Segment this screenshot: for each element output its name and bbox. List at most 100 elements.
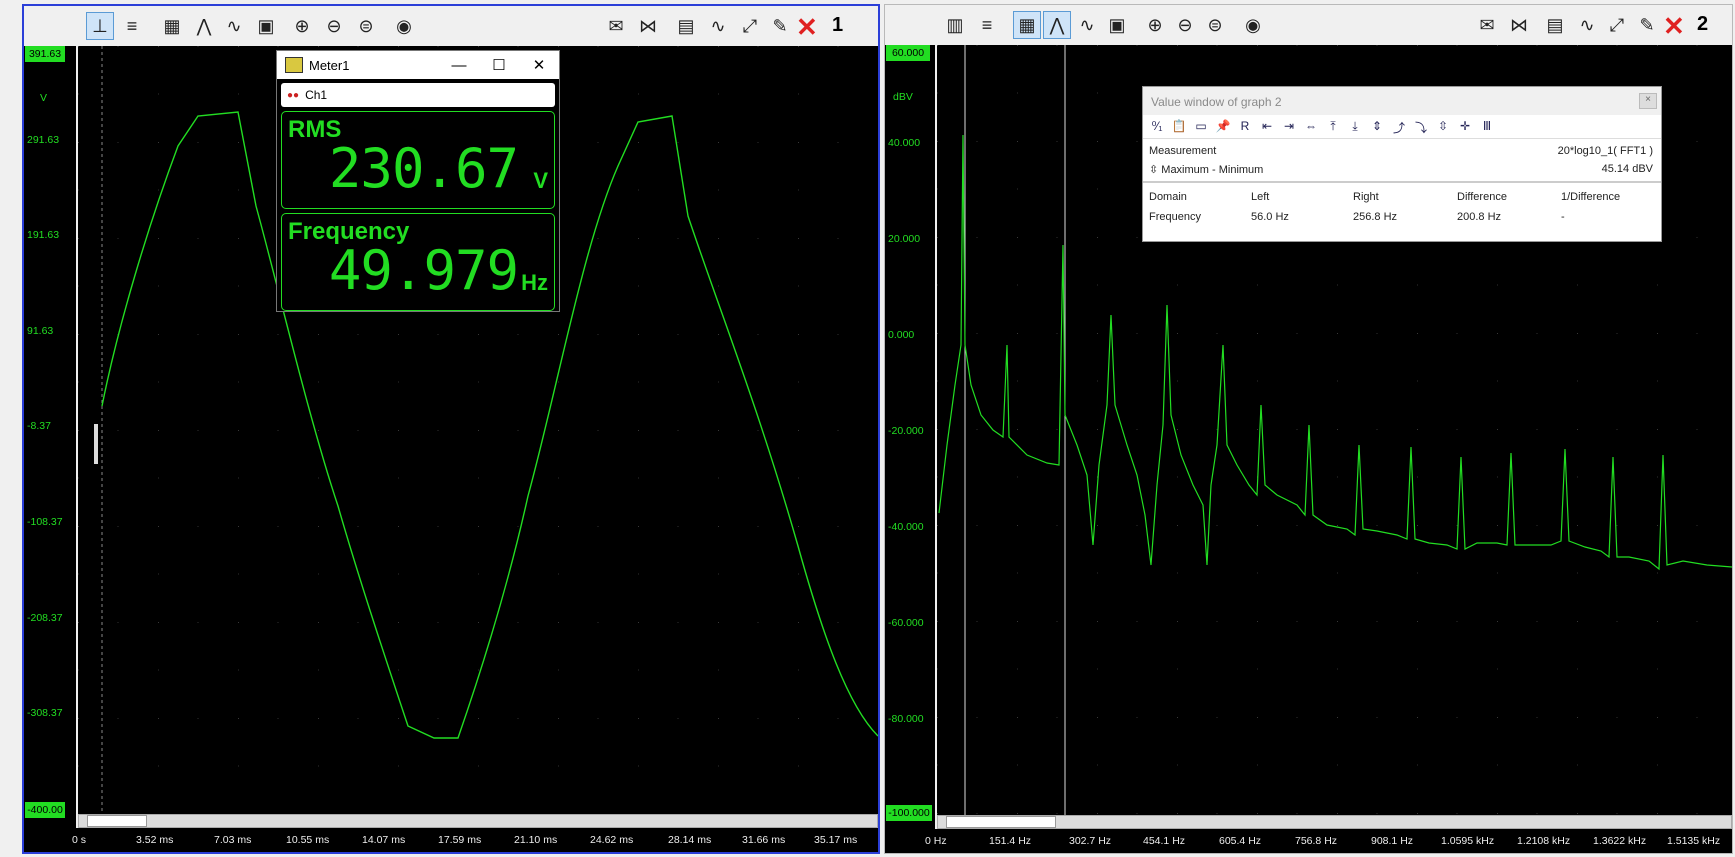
frequency-scrollbar[interactable]	[937, 815, 1732, 829]
cursor-left-icon[interactable]: ⇤	[1259, 119, 1275, 135]
peak-icon[interactable]: ⋀	[190, 12, 218, 40]
x-tick-label: 24.62 ms	[590, 834, 634, 846]
y-tick-label: 40.000	[888, 137, 921, 149]
cursor-down-icon[interactable]: ⤓	[1347, 119, 1363, 135]
y-tick-label: 91.63	[27, 325, 54, 337]
channel-list-icon[interactable]: ≡	[973, 11, 1001, 39]
value-window-title: Value window of graph 2	[1151, 95, 1282, 109]
graph2-toolbar: ▥ ≡ ▦ ⋀ ∿ ▣ ⊕ ⊖ ⊜ ◉ ✉ ⋈ ▤ ∿ ⤢ ✎ ✕ 2	[885, 5, 1732, 45]
y-axis-scale[interactable]: 60.000 dBV 40.000 20.000 0.000 -20.000 -…	[885, 45, 935, 829]
reference-icon[interactable]: R	[1237, 119, 1253, 135]
max-min-icon[interactable]: ⇳	[1435, 119, 1451, 135]
rise-icon[interactable]: ⤴	[1391, 119, 1407, 135]
fall-icon[interactable]: ⤵	[1413, 119, 1429, 135]
y-tick-label: -80.000	[888, 713, 924, 725]
cursor-up-icon[interactable]: ⤒	[1325, 119, 1341, 135]
close-graph-icon[interactable]: ✕	[1663, 11, 1685, 42]
y-axis-max[interactable]: 60.000	[886, 45, 930, 61]
table-icon[interactable]: ▦	[158, 12, 186, 40]
scope-icon[interactable]: ∿	[1573, 11, 1601, 39]
y-tick-label: -40.000	[888, 521, 924, 533]
pin-icon[interactable]: 📌	[1215, 119, 1231, 135]
zoom-fit-icon[interactable]: ⊜	[352, 12, 380, 40]
x-tick-label: 3.52 ms	[136, 834, 174, 846]
time-scrollbar[interactable]	[78, 814, 878, 828]
thd-icon[interactable]: Ⅲ	[1479, 119, 1495, 135]
comment-icon[interactable]: ✉	[1473, 11, 1501, 39]
meter-title-bar[interactable]: Meter1 — ☐ ✕	[277, 51, 559, 79]
col-header: Domain	[1149, 191, 1187, 203]
scroll-thumb[interactable]	[87, 815, 147, 827]
x-tick-label: 1.2108 kHz	[1517, 835, 1571, 847]
clipboard-icon[interactable]: 📋	[1171, 119, 1187, 135]
value-window[interactable]: Value window of graph 2 × ⁰⁄₁ 📋 ▭ 📌 R ⇤ …	[1142, 86, 1662, 242]
x-tick-label: 1.3622 kHz	[1593, 835, 1647, 847]
scope-icon[interactable]: ∿	[704, 12, 732, 40]
channels-icon[interactable]: ▤	[672, 12, 700, 40]
minimize-icon[interactable]: —	[439, 57, 479, 74]
zoom-out-icon[interactable]: ⊖	[1171, 11, 1199, 39]
zoom-in-icon[interactable]: ⊕	[1141, 11, 1169, 39]
frequency-value: 49.979	[328, 239, 519, 302]
table-icon[interactable]: ▦	[1013, 11, 1041, 39]
frame-icon[interactable]: ▣	[252, 12, 280, 40]
eraser-icon[interactable]: ✎	[766, 12, 794, 40]
channel-list-icon[interactable]: ≡	[118, 12, 146, 40]
cursor-vertical-icon[interactable]: ⇕	[1369, 119, 1385, 135]
resize-icon[interactable]: ⤢	[1603, 11, 1631, 39]
y-axis-unit: dBV	[893, 91, 913, 103]
peak-icon[interactable]: ⋀	[1043, 11, 1071, 39]
col-header: 1/Difference	[1561, 191, 1621, 203]
cursor-both-icon[interactable]: ⇔	[1303, 119, 1319, 135]
rms-unit: V	[533, 168, 548, 193]
x-tick-label: 454.1 Hz	[1143, 835, 1186, 847]
table-cell: -	[1561, 211, 1565, 223]
maximize-icon[interactable]: ☐	[479, 56, 519, 74]
value-window-title-bar[interactable]: Value window of graph 2 ×	[1143, 87, 1661, 115]
close-icon[interactable]: ✕	[519, 56, 559, 74]
y-axis-max[interactable]: 391.63	[25, 46, 65, 62]
table-cell: Frequency	[1149, 211, 1201, 223]
close-graph-icon[interactable]: ✕	[796, 12, 818, 43]
compare-icon[interactable]: ⋈	[1505, 11, 1533, 39]
measurement-value: 20*log10_1( FFT1 )	[1557, 145, 1653, 157]
zoom-fit-icon[interactable]: ⊜	[1201, 11, 1229, 39]
y-tick-label: -208.37	[27, 612, 63, 624]
eye-icon[interactable]: ◉	[390, 12, 418, 40]
value-icon[interactable]: ⁰⁄₁	[1149, 119, 1165, 135]
y-tick-label: -20.000	[888, 425, 924, 437]
meter-window[interactable]: Meter1 — ☐ ✕ ●● Ch1 RMS 230.67 V Frequen…	[276, 50, 560, 312]
zoom-out-icon[interactable]: ⊖	[320, 12, 348, 40]
graph1-toolbar: ⊥ ≡ ▦ ⋀ ∿ ▣ ⊕ ⊖ ⊜ ◉ ✉ ⋈ ▤ ∿ ⤢ ✎ ✕ 1	[24, 6, 878, 46]
ruler-icon[interactable]: ▭	[1193, 119, 1209, 135]
table-cell: 200.8 Hz	[1457, 211, 1502, 223]
bars-icon[interactable]: ▥	[941, 11, 969, 39]
y-axis-min[interactable]: -400.00	[25, 802, 65, 818]
compare-icon[interactable]: ⋈	[634, 12, 662, 40]
x-tick-label: 31.66 ms	[742, 834, 786, 846]
channel-tab[interactable]: ●● Ch1	[281, 83, 555, 107]
zoom-in-icon[interactable]: ⊕	[288, 12, 316, 40]
y-axis-min[interactable]: -100.000	[886, 805, 932, 821]
max-min-icon: ⇳	[1149, 164, 1162, 176]
col-header: Right	[1353, 191, 1379, 203]
y-axis-scale[interactable]: 391.63 V 291.63 191.63 91.63 -8.37 -108.…	[24, 46, 76, 828]
comment-icon[interactable]: ✉	[602, 12, 630, 40]
x-tick-label: 21.10 ms	[514, 834, 558, 846]
frequency-readout: Frequency 49.979 Hz	[281, 213, 555, 311]
measurement-label: Measurement	[1149, 145, 1217, 157]
wave-icon[interactable]: ∿	[1073, 11, 1101, 39]
channels-icon[interactable]: ▤	[1541, 11, 1569, 39]
table-cell: 256.8 Hz	[1353, 211, 1398, 223]
cursor-right-icon[interactable]: ⇥	[1281, 119, 1297, 135]
eraser-icon[interactable]: ✎	[1633, 11, 1661, 39]
resize-icon[interactable]: ⤢	[736, 12, 764, 40]
crosshair-icon[interactable]: ✛	[1457, 119, 1473, 135]
eye-icon[interactable]: ◉	[1239, 11, 1267, 39]
close-icon[interactable]: ×	[1639, 93, 1657, 109]
zero-channels-icon[interactable]: ⊥	[86, 12, 114, 40]
x-axis-scale: 0 s 3.52 ms 7.03 ms 10.55 ms 14.07 ms 17…	[24, 828, 878, 852]
wave-icon[interactable]: ∿	[220, 12, 248, 40]
frame-icon[interactable]: ▣	[1103, 11, 1131, 39]
scroll-thumb[interactable]	[946, 816, 1056, 828]
